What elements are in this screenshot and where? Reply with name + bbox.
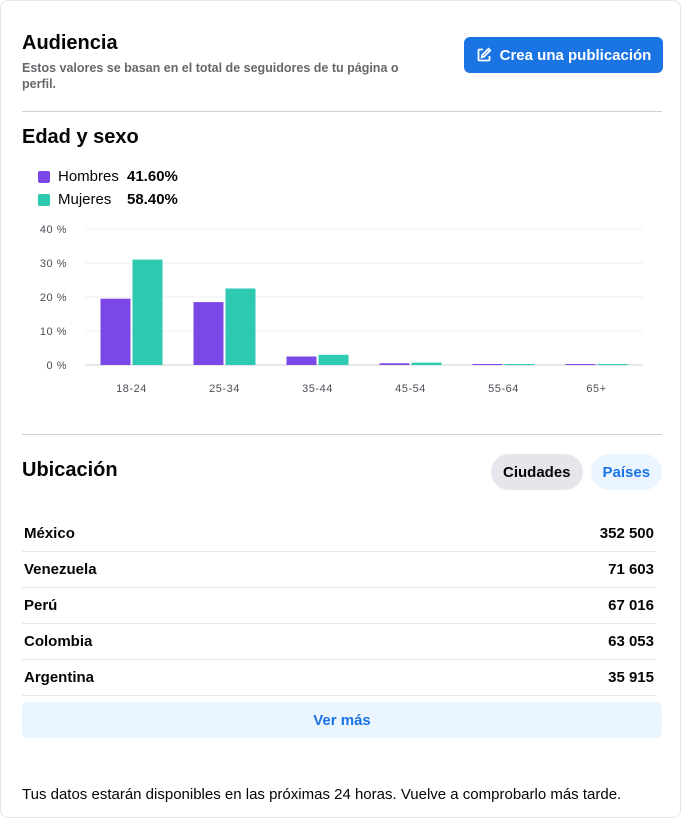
tab-countries[interactable]: Países	[590, 454, 663, 490]
bar-mujeres	[597, 364, 628, 365]
y-tick-label: 0 %	[47, 360, 67, 372]
legend-swatch-women	[38, 193, 50, 206]
bar-hombres	[193, 302, 224, 365]
legend-label: Mujeres	[58, 191, 112, 208]
x-tick-label: 45-54	[395, 383, 426, 395]
y-tick-label: 20 %	[40, 292, 67, 304]
x-tick-label: 65+	[586, 383, 606, 395]
page-title: Audiencia	[22, 32, 118, 54]
location-title: Ubicación	[22, 459, 118, 481]
y-tick-label: 40 %	[40, 224, 67, 236]
page-subtitle: Estos valores se basan en el total de se…	[22, 61, 399, 91]
x-tick-label: 18-24	[116, 383, 147, 395]
create-post-button[interactable]: Crea una publicación	[464, 37, 663, 73]
age-gender-bar-chart: 0 % 10 % 20 % 30 % 40 % 18-24 25-34 35-44 45-54 5…	[40, 224, 643, 395]
country-value: 63 053	[608, 633, 654, 650]
legend-value: 58.40%	[127, 191, 178, 208]
country-name: Argentina	[24, 669, 95, 686]
table-row: Venezuela 71 603	[22, 552, 656, 588]
bar-mujeres	[411, 362, 442, 365]
create-post-label: Crea una publicación	[499, 46, 652, 64]
see-more-button[interactable]: Ver más	[22, 702, 662, 738]
divider	[22, 111, 662, 112]
country-value: 67 016	[608, 597, 654, 614]
table-row: México 352 500	[22, 516, 656, 552]
bar-mujeres	[225, 288, 256, 365]
bar-mujeres	[132, 259, 163, 365]
country-value: 352 500	[599, 525, 654, 542]
x-tick-label: 25-34	[209, 383, 240, 395]
country-name: México	[24, 525, 75, 542]
age-gender-title: Edad y sexo	[22, 126, 139, 148]
chart-legend: Hombres 41.60% Mujeres 58.40%	[38, 165, 178, 211]
bar-hombres	[100, 298, 131, 365]
bar-hombres	[379, 363, 410, 365]
bar-hombres	[286, 356, 317, 365]
legend-swatch-men	[38, 170, 50, 183]
country-value: 71 603	[608, 561, 654, 578]
x-tick-label: 55-64	[488, 383, 519, 395]
country-name: Colombia	[24, 633, 93, 650]
y-tick-label: 10 %	[40, 326, 67, 338]
y-tick-label: 30 %	[40, 258, 67, 270]
bar-hombres	[472, 364, 503, 365]
legend-item-women: Mujeres 58.40%	[38, 188, 178, 211]
location-table: México 352 500 Venezuela 71 603 Perú 67 …	[22, 516, 656, 696]
audience-card: Audiencia Estos valores se basan en el t…	[0, 0, 681, 818]
x-tick-label: 35-44	[302, 383, 333, 395]
country-name: Perú	[24, 597, 58, 614]
location-tabs: Ciudades Países	[491, 454, 663, 490]
bar-mujeres	[318, 354, 349, 365]
table-row: Perú 67 016	[22, 588, 656, 624]
edit-icon	[477, 47, 492, 62]
bar-hombres	[565, 364, 596, 365]
legend-value: 41.60%	[127, 168, 178, 185]
legend-label: Hombres	[58, 168, 119, 185]
table-row: Argentina 35 915	[22, 660, 656, 696]
divider	[22, 434, 662, 435]
bar-mujeres	[504, 364, 535, 365]
data-availability-note: Tus datos estarán disponibles en las pró…	[22, 786, 622, 803]
country-name: Venezuela	[24, 561, 97, 578]
tab-cities[interactable]: Ciudades	[491, 454, 583, 490]
table-row: Colombia 63 053	[22, 624, 656, 660]
country-value: 35 915	[608, 669, 654, 686]
legend-item-men: Hombres 41.60%	[38, 165, 178, 188]
